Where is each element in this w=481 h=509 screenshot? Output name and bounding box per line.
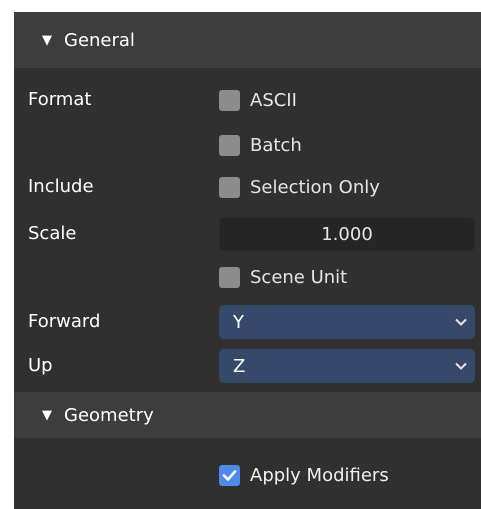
triangle-down-icon: ▼: [42, 32, 52, 48]
checkbox-box[interactable]: [219, 266, 240, 288]
batch-label: Batch: [250, 134, 302, 156]
apply-modifiers-checkbox[interactable]: Apply Modifiers: [219, 459, 389, 491]
chevron-down-icon: [455, 318, 467, 326]
export-options-panel: ▼ General Format ASCII Batch Include Sel…: [14, 12, 481, 509]
general-section-title: General: [64, 29, 135, 51]
include-label: Include: [28, 176, 94, 197]
ascii-checkbox[interactable]: ASCII: [219, 84, 297, 116]
up-label: Up: [28, 355, 53, 376]
scene-unit-checkbox[interactable]: Scene Unit: [219, 261, 347, 293]
checkbox-box[interactable]: [219, 89, 240, 111]
selection-only-label: Selection Only: [250, 176, 380, 198]
geometry-section-header[interactable]: ▼ Geometry: [14, 392, 481, 438]
selection-only-checkbox[interactable]: Selection Only: [219, 171, 380, 203]
checkbox-box[interactable]: [219, 176, 240, 198]
scale-label: Scale: [28, 223, 77, 244]
general-section-header[interactable]: ▼ General: [14, 12, 481, 68]
ascii-label: ASCII: [250, 89, 297, 111]
scale-value: 1.000: [321, 223, 373, 245]
scene-unit-label: Scene Unit: [250, 266, 348, 288]
checkmark-icon: [222, 469, 237, 481]
apply-modifiers-label: Apply Modifiers: [250, 464, 389, 486]
geometry-section-title: Geometry: [64, 404, 154, 426]
forward-dropdown[interactable]: Y: [219, 305, 475, 339]
batch-checkbox[interactable]: Batch: [219, 129, 302, 161]
format-label: Format: [28, 89, 92, 110]
scale-number-field[interactable]: 1.000: [219, 217, 475, 251]
triangle-down-icon: ▼: [42, 407, 52, 423]
up-dropdown[interactable]: Z: [219, 349, 475, 383]
checkbox-box[interactable]: [219, 134, 240, 156]
checkbox-box[interactable]: [219, 464, 240, 486]
forward-label: Forward: [28, 311, 101, 332]
chevron-down-icon: [455, 362, 467, 370]
up-value: Z: [233, 355, 246, 377]
forward-value: Y: [233, 311, 244, 333]
